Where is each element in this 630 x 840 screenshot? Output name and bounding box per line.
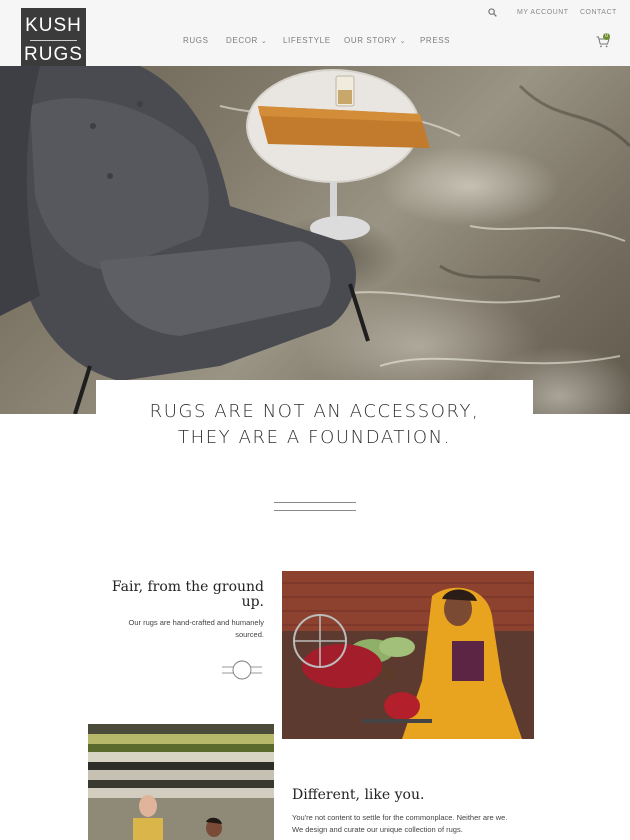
weaver-scene <box>282 571 534 739</box>
logo-line-1: KUSH <box>25 15 82 36</box>
my-account-link[interactable]: MY ACCOUNT <box>517 9 569 16</box>
weaver-photo <box>282 571 534 739</box>
tagline-line-1: RUGS ARE NOT AN ACCESSORY, <box>149 401 480 422</box>
nav-decor[interactable]: DECOR ⌄ <box>226 36 267 45</box>
nav-decor-label: DECOR <box>226 36 258 45</box>
nav-press-label: PRESS <box>420 36 451 45</box>
different-description: You're not content to settle for the com… <box>292 813 508 834</box>
hero-scene <box>0 66 630 414</box>
kush-rugs-logo[interactable]: KUSH RUGS <box>21 8 86 66</box>
logo-line-2: RUGS <box>24 44 83 65</box>
fair-heading: Fair, from the ground up. <box>111 579 264 610</box>
different-heading: Different, like you. <box>292 787 425 803</box>
tagline-line-2: THEY ARE A FOUNDATION. <box>177 427 452 448</box>
divider-line-bottom <box>274 510 356 511</box>
contact-link[interactable]: CONTACT <box>580 9 617 16</box>
divider-line-top <box>274 502 356 503</box>
tagline-box: RUGS ARE NOT AN ACCESSORY, THEY ARE A FO… <box>96 380 533 460</box>
nav-press[interactable]: PRESS <box>420 36 450 45</box>
nav-our-story-label: OUR STORY <box>344 36 397 45</box>
hero-tagline: RUGS ARE NOT AN ACCESSORY, THEY ARE A FO… <box>96 399 533 451</box>
rug-stack-photo <box>88 724 274 840</box>
chevron-down-icon: ⌄ <box>260 38 268 45</box>
chevron-down-icon: ⌄ <box>399 38 407 45</box>
circle-divider-icon <box>222 660 262 680</box>
nav-lifestyle[interactable]: LIFESTYLE <box>283 36 331 45</box>
rug-stack-scene <box>88 724 274 840</box>
nav-lifestyle-label: LIFESTYLE <box>283 36 331 45</box>
logo-divider <box>30 40 77 41</box>
fair-description: Our rugs are hand-crafted and humanely s… <box>128 618 265 639</box>
nav-rugs-label: RUGS <box>183 36 209 45</box>
search-icon[interactable] <box>488 8 497 17</box>
site-header: KUSH RUGS MY ACCOUNT CONTACT RUGS DECOR ⌄… <box>0 0 630 66</box>
nav-rugs[interactable]: RUGS <box>183 36 209 45</box>
cart-count-badge: 0 <box>603 33 610 40</box>
hero-image <box>0 66 630 414</box>
nav-our-story[interactable]: OUR STORY ⌄ <box>344 36 406 45</box>
